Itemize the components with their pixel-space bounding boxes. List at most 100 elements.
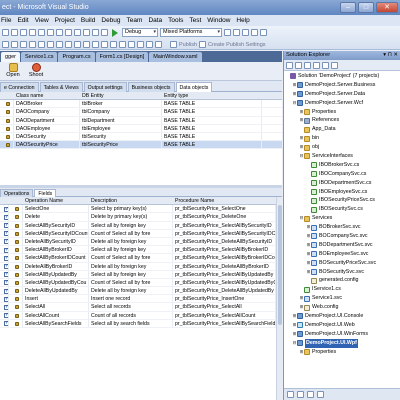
- center-icon[interactable]: [110, 41, 117, 48]
- start-debug-icon[interactable]: [112, 28, 118, 37]
- outdent-icon[interactable]: [29, 41, 36, 48]
- table-row[interactable]: SelectAllBySecurityIDCountCount of Selec…: [0, 229, 282, 238]
- tree-node[interactable]: IBOCompanySvc.cs: [284, 170, 400, 179]
- tree-node[interactable]: ⊞ obj: [284, 143, 400, 152]
- format-icon[interactable]: [74, 41, 81, 48]
- checkbox-cell[interactable]: [0, 311, 9, 319]
- show-all-files-icon[interactable]: [295, 61, 302, 69]
- document-tab[interactable]: gger: [1, 52, 21, 62]
- tree-node[interactable]: IBOBrokerSvc.cs: [284, 161, 400, 170]
- operations-scroll-thumb[interactable]: [278, 205, 282, 325]
- tree-node[interactable]: ⊞ DemoProject.UI.Console: [284, 312, 400, 321]
- maximize-button[interactable]: □: [358, 2, 374, 13]
- paste-icon[interactable]: [65, 29, 72, 36]
- table-row[interactable]: DAOSecurity tblSecurity BASE TABLE: [0, 132, 282, 142]
- column-header[interactable]: Operation Name: [23, 197, 89, 205]
- checkbox-cell[interactable]: [0, 246, 9, 254]
- menu-item[interactable]: Project: [55, 15, 75, 26]
- tree-node[interactable]: ⊞ DemoProject.UI.WinForms: [284, 330, 400, 339]
- create-publish-settings[interactable]: Create Publish Settings: [208, 42, 265, 48]
- menu-item[interactable]: Test: [189, 15, 201, 26]
- table-row[interactable]: SelectAllCountCount of all recordspr_tbl…: [0, 311, 282, 320]
- table-row[interactable]: SelectAllBySearchFieldsSelect all by sea…: [0, 319, 282, 328]
- add-item-icon[interactable]: [11, 29, 18, 36]
- checkbox-cell[interactable]: [0, 287, 9, 295]
- indent-icon[interactable]: [20, 41, 27, 48]
- cut-icon[interactable]: [47, 29, 54, 36]
- menu-item[interactable]: Edit: [17, 15, 28, 26]
- solution-platform-select[interactable]: Mixed Platforms: [160, 28, 222, 37]
- panel-controls[interactable]: ▾ ⊓ ✕: [383, 51, 398, 60]
- shoot-button[interactable]: Shoot: [25, 63, 47, 80]
- tree-node[interactable]: ⊟ DemoProject.UI.Wpf: [284, 338, 400, 348]
- navigate-forward-icon[interactable]: [101, 29, 108, 36]
- open-file-icon[interactable]: [20, 29, 27, 36]
- table-row[interactable]: SelectAllByBrokerIDCountCount of Select …: [0, 254, 282, 263]
- minimize-button[interactable]: –: [340, 2, 356, 13]
- table-row[interactable]: DeleteAllByBrokerIDDelete all by foreign…: [0, 262, 282, 271]
- align-icon[interactable]: [83, 41, 90, 48]
- uncomment-icon[interactable]: [11, 41, 18, 48]
- section-tab[interactable]: Output settings: [83, 82, 127, 92]
- document-tab[interactable]: Program.cs: [58, 52, 95, 62]
- checkbox-cell[interactable]: [0, 319, 9, 327]
- tree-node[interactable]: ⊞ Properties: [284, 348, 400, 357]
- tree-node[interactable]: ⊞ BOBrokerSvc.svc: [284, 223, 400, 232]
- table-row[interactable]: SelectOneSelect by primary key(s)pr_tblS…: [0, 205, 282, 214]
- document-tab[interactable]: Form1.cs [Design]: [95, 52, 149, 62]
- tree-node[interactable]: IBOSecuritySvc.cs: [284, 205, 400, 214]
- menu-item[interactable]: Help: [236, 15, 249, 26]
- section-tab[interactable]: Business objects: [127, 82, 175, 92]
- open-button[interactable]: Open: [2, 63, 24, 80]
- tree-node[interactable]: ⊞ DemoProject.UI.Web: [284, 321, 400, 330]
- menu-item[interactable]: Debug: [101, 15, 120, 26]
- bookmark-icon[interactable]: [38, 41, 45, 48]
- tree-node[interactable]: ⊞ BOEmployeeSvc.svc: [284, 250, 400, 259]
- table-row[interactable]: DeleteDelete by primary key(s)pr_tblSecu…: [0, 213, 282, 222]
- team-explorer-tab-icon[interactable]: [297, 391, 304, 398]
- tree-node[interactable]: ⊞ Web.config: [284, 303, 400, 312]
- document-tab[interactable]: MainWindow.xaml: [149, 52, 202, 62]
- properties-icon[interactable]: [286, 61, 293, 69]
- undo-icon[interactable]: [74, 29, 81, 36]
- solution-explorer-tab-icon[interactable]: [287, 391, 294, 398]
- column-header[interactable]: Procedure Name: [173, 197, 276, 205]
- comment-icon[interactable]: [2, 41, 9, 48]
- redo-icon[interactable]: [83, 29, 90, 36]
- class-diagram-icon[interactable]: [331, 61, 338, 69]
- document-tab[interactable]: Service1.cs: [21, 52, 58, 62]
- tree-node[interactable]: ⊞ BOSecuritySvc.svc: [284, 268, 400, 277]
- order-icon[interactable]: [119, 41, 126, 48]
- table-row[interactable]: DAOCompany tblCompany BASE TABLE: [0, 108, 282, 117]
- table-row[interactable]: SelectAllByUpdatedBySelect all by foreig…: [0, 270, 282, 279]
- size-icon[interactable]: [92, 41, 99, 48]
- clear-bookmarks-icon[interactable]: [65, 41, 72, 48]
- table-row[interactable]: InsertInsert one recordpr_tblSecurityPri…: [0, 295, 282, 304]
- next-bookmark-icon[interactable]: [56, 41, 63, 48]
- tree-node[interactable]: ⊞ References: [284, 116, 400, 125]
- find-icon[interactable]: [224, 29, 231, 36]
- tree-node[interactable]: IService1.cs: [284, 285, 400, 294]
- section-tab[interactable]: Tables & Views: [39, 82, 83, 92]
- tree-node[interactable]: ⊞ BOCompanySvc.svc: [284, 232, 400, 241]
- checkbox-cell[interactable]: [0, 213, 9, 221]
- column-header[interactable]: DB Entity: [80, 92, 162, 100]
- section-tab[interactable]: e Connection: [0, 82, 39, 92]
- table-row[interactable]: SelectAllBySecurityIDSelect all by forei…: [0, 221, 282, 230]
- tree-node[interactable]: ⊞ DemoProject.Server.Data: [284, 90, 400, 99]
- tree-node[interactable]: ⊟ Services: [284, 214, 400, 223]
- checkbox-cell[interactable]: [0, 270, 9, 278]
- table-row[interactable]: SelectAllByUpdatedByCouCount of Select a…: [0, 278, 282, 288]
- view-code-icon[interactable]: [313, 61, 320, 69]
- navigate-back-icon[interactable]: [92, 29, 99, 36]
- menu-item[interactable]: Window: [207, 15, 230, 26]
- menu-item[interactable]: Tools: [168, 15, 183, 26]
- menu-item[interactable]: Team: [127, 15, 143, 26]
- prev-bookmark-icon[interactable]: [47, 41, 54, 48]
- tree-node[interactable]: ⊟ DemoProject.Server.Wcf: [284, 99, 400, 108]
- tree-node[interactable]: ⊟ ServiceInterfaces: [284, 152, 400, 161]
- operations-sub-tab[interactable]: Fields: [34, 189, 57, 197]
- tree-node[interactable]: generated.config: [284, 276, 400, 285]
- checkbox-cell[interactable]: [0, 278, 9, 287]
- server-explorer-tab-icon[interactable]: [317, 391, 324, 398]
